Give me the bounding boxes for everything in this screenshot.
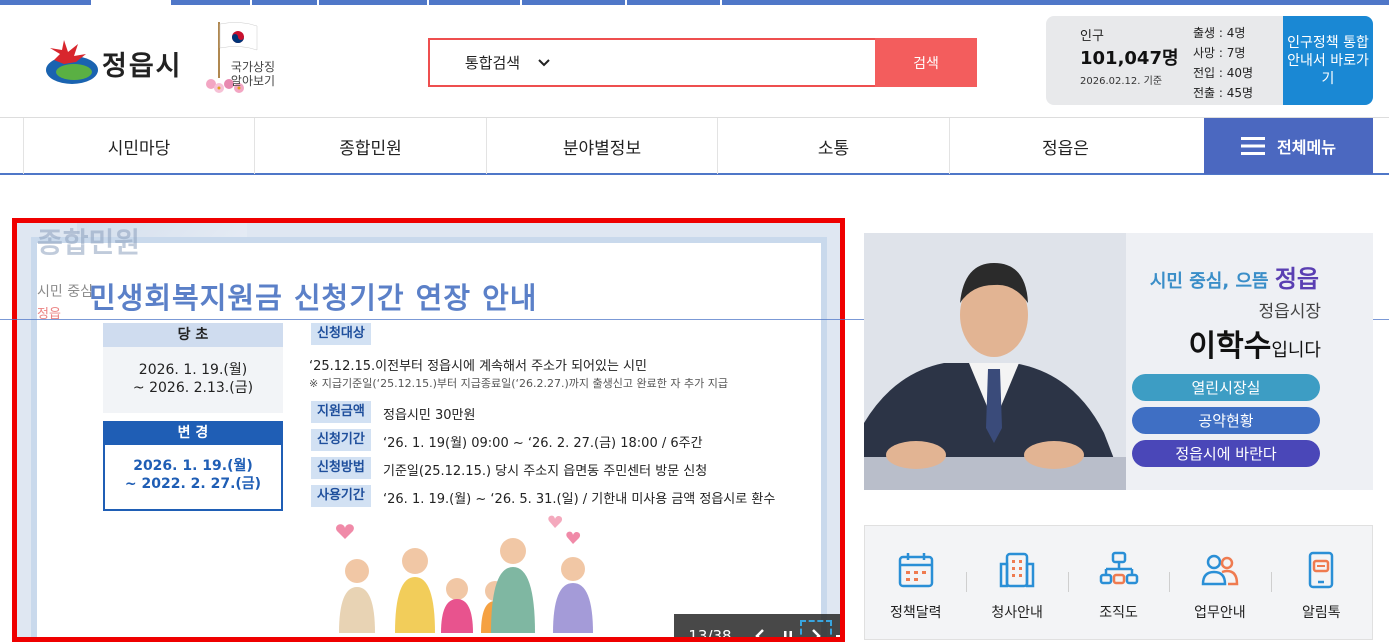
mayor-card: 시민 중심, 으뜸 정읍 정읍시장 이학수입니다 열린시장실 공약현황 정읍시에… xyxy=(864,233,1373,490)
quick-link-label: 정책달력 xyxy=(889,605,942,621)
search-category-select[interactable]: 통합검색 xyxy=(430,40,585,85)
flag-caption-line2: 알아보기 xyxy=(230,74,276,88)
suggestion-button[interactable]: 정읍시에 바란다 xyxy=(1132,440,1320,467)
chevron-left-icon xyxy=(755,628,764,637)
city-logo[interactable]: 정읍시 xyxy=(44,34,194,90)
mayor-photo xyxy=(864,233,1126,490)
city-emblem-icon xyxy=(46,40,98,84)
use-period-text: ‘26. 1. 19.(월) ~ ‘26. 5. 31.(일) / 기한내 미사… xyxy=(383,492,776,507)
apply-method-text: 기준일(25.12.15.) 당시 주소지 읍면동 주민센터 방문 신청 xyxy=(383,464,708,479)
changed-period: 2026. 1. 19.(월) ~ 2022. 2. 27.(금) xyxy=(103,445,283,511)
changed-period-line1: 2026. 1. 19.(월) xyxy=(133,458,253,474)
chevron-down-icon xyxy=(538,58,550,66)
stat-move-in: 전입 : 40명 xyxy=(1193,66,1254,80)
mayor-name: 이학수입니다 xyxy=(1189,321,1322,365)
slide-controls: 13/38 xyxy=(674,614,840,642)
nav-item-info-by-field[interactable]: 분야별정보 xyxy=(486,118,717,174)
stat-deaths: 사망 : 7명 xyxy=(1193,46,1246,60)
tag-amount: 지원금액 xyxy=(311,401,371,423)
nav-item-citizen[interactable]: 시민마당 xyxy=(23,118,254,174)
stat-move-out: 전출 : 45명 xyxy=(1193,86,1254,100)
mayor-name-suffix: 입니다 xyxy=(1271,340,1321,361)
banner-title: 민생회복지원금 신청기간 연장 안내 xyxy=(89,281,538,315)
ghost-subtitle: 시민 중심 xyxy=(37,284,93,300)
quick-link-label: 청사안내 xyxy=(991,605,1043,621)
original-period: 2026. 1. 19.(월) ~ 2026. 2.13.(금) xyxy=(103,347,283,413)
flag-caption-line1: 국가상징 xyxy=(230,60,276,74)
all-menu-button[interactable]: 전체메뉴 xyxy=(1204,118,1373,174)
target-note: ※ 지급기준일(‘25.12.15.)부터 지급종료일(‘26.2.27.)까지… xyxy=(309,377,728,390)
original-period-line2: ~ 2026. 2.13.(금) xyxy=(132,380,254,396)
quick-link-org-chart[interactable]: 조직도 xyxy=(1067,526,1169,639)
slogan-city: 정읍 xyxy=(1274,265,1319,293)
mayor-slogan: 시민 중심, 으뜸 정읍 xyxy=(1150,259,1319,294)
slogan-prefix: 시민 중심, 으뜸 xyxy=(1149,271,1275,292)
more-slides-button[interactable] xyxy=(830,622,840,637)
changed-period-header: 변 경 xyxy=(103,421,283,445)
quick-links: 정책달력 청사안내 조직도 업무안내 알림톡 xyxy=(864,525,1373,640)
search-input[interactable] xyxy=(585,40,875,85)
next-slide-button[interactable] xyxy=(800,619,832,637)
quick-link-work-guide[interactable]: 업무안내 xyxy=(1169,526,1270,639)
open-mayor-office-button[interactable]: 열린시장실 xyxy=(1132,374,1320,401)
mayor-role: 정읍시장 xyxy=(1258,302,1321,322)
target-text: ‘25.12.15.이전부터 정읍시에 계속해서 주소가 되어있는 시민 xyxy=(309,359,647,374)
population-date: 2026.02.12. 기준 xyxy=(1080,76,1163,87)
banner-slide: 민생회복지원금 신청기간 연장 안내 당 초 2026. 1. 19.(월) ~… xyxy=(31,237,840,637)
plus-icon xyxy=(836,634,840,637)
main-nav: 시민마당 종합민원 분야별정보 소통 정읍은 전체메뉴 xyxy=(0,117,1389,175)
phone-message-icon xyxy=(1309,551,1334,589)
nav-item-communication[interactable]: 소통 xyxy=(717,118,949,174)
calendar-icon xyxy=(898,553,933,588)
quick-link-policy-calendar[interactable]: 정책달력 xyxy=(865,526,966,639)
all-menu-label: 전체메뉴 xyxy=(1277,138,1336,157)
population-panel: 인구 101,047명 2026.02.12. 기준 출생 : 4명 사망 : … xyxy=(1046,16,1283,105)
population-value: 101,047명 xyxy=(1080,48,1179,69)
population-stats: 출생 : 4명 사망 : 7명 전입 : 40명 전출 : 45명 xyxy=(1193,23,1253,103)
quick-link-label: 업무안내 xyxy=(1194,605,1246,621)
nav-item-about-jeongeup[interactable]: 정읍은 xyxy=(949,118,1181,174)
ghost-section-title: 종합민원 xyxy=(37,226,141,259)
pause-icon xyxy=(784,630,792,637)
amount-text: 정읍시민 30만원 xyxy=(383,408,476,423)
population-label: 인구 xyxy=(1080,29,1104,44)
nav-item-civil-service[interactable]: 종합민원 xyxy=(254,118,486,174)
tag-apply-method: 신청방법 xyxy=(311,457,371,479)
pause-slide-button[interactable] xyxy=(774,622,802,637)
hamburger-icon xyxy=(1241,137,1266,155)
search-button[interactable]: 검색 xyxy=(875,38,977,87)
page: 정읍시 국가상징 알아보기 통합검색 검색 인구 101,047명 2026.0… xyxy=(0,0,1389,642)
family-illustration xyxy=(336,515,593,633)
quick-link-label: 알림톡 xyxy=(1302,605,1341,621)
logo-text: 정읍시 xyxy=(102,51,183,82)
chevron-right-icon xyxy=(812,628,821,637)
prev-slide-button[interactable] xyxy=(746,622,774,637)
quick-link-notification[interactable]: 알림톡 xyxy=(1270,526,1372,639)
flag-caption[interactable]: 국가상징 알아보기 xyxy=(213,60,293,88)
stat-births: 출생 : 4명 xyxy=(1193,26,1246,40)
population-policy-button[interactable]: 인구정책 통합안내서 바로가기 xyxy=(1283,16,1373,105)
people-icon xyxy=(1201,554,1239,586)
building-icon xyxy=(999,552,1035,588)
tag-apply-period: 신청기간 xyxy=(311,429,371,451)
original-period-line1: 2026. 1. 19.(월) xyxy=(138,362,248,378)
org-chart-icon xyxy=(1099,551,1138,585)
tag-target: 신청대상 xyxy=(311,323,371,345)
quick-link-label: 조직도 xyxy=(1099,605,1138,621)
quick-link-building-guide[interactable]: 청사안내 xyxy=(966,526,1067,639)
tag-use-period: 사용기간 xyxy=(311,485,371,507)
pledge-status-button[interactable]: 공약현황 xyxy=(1132,407,1320,434)
top-color-strip xyxy=(0,0,1389,5)
mayor-name-text: 이학수 xyxy=(1188,329,1272,364)
search-category-label: 통합검색 xyxy=(464,54,521,72)
original-period-header: 당 초 xyxy=(103,323,283,347)
slide-counter: 13/38 xyxy=(688,626,732,642)
main-banner[interactable]: 민생회복지원금 신청기간 연장 안내 당 초 2026. 1. 19.(월) ~… xyxy=(12,218,845,642)
changed-period-line2: ~ 2022. 2. 27.(금) xyxy=(124,476,262,492)
apply-period-text: ‘26. 1. 19(월) 09:00 ~ ‘26. 2. 27.(금) 18:… xyxy=(383,436,703,451)
search-bar: 통합검색 검색 xyxy=(428,38,977,87)
